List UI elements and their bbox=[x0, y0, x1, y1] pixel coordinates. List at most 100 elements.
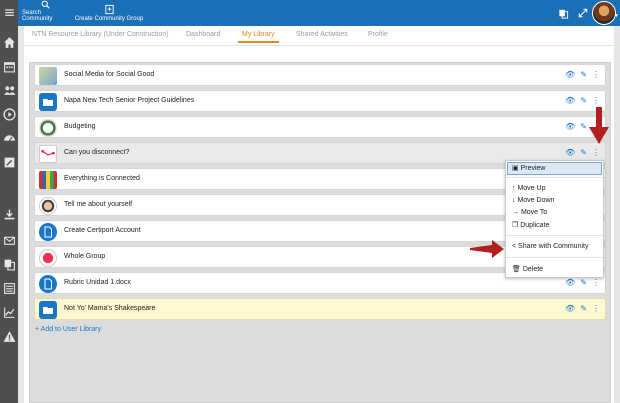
menu-item-move-up[interactable]: ↑ Move Up bbox=[512, 185, 545, 192]
item-thumbnail bbox=[39, 119, 57, 137]
folder-icon bbox=[39, 301, 57, 319]
play-icon[interactable] bbox=[0, 102, 18, 126]
arrow-up-icon: ↑ bbox=[512, 185, 516, 192]
document-icon bbox=[39, 223, 57, 241]
list-item[interactable]: Not Yo' Mama's Shakespeare 👁 ✎ ⋮ bbox=[34, 298, 606, 320]
search-community-button[interactable]: Search Community bbox=[22, 0, 68, 26]
edit-pencil-icon[interactable]: ✎ bbox=[580, 96, 587, 106]
search-icon bbox=[41, 0, 50, 9]
menu-item-move-up-label: Move Up bbox=[517, 185, 546, 192]
list-item[interactable]: ⌄ Social Media for Social Good 👁 ✎ ⋮ bbox=[34, 64, 606, 86]
dashboard-icon[interactable] bbox=[0, 126, 18, 150]
menu-divider bbox=[506, 177, 603, 178]
menu-divider bbox=[506, 235, 603, 236]
item-title[interactable]: Tell me about yourself bbox=[64, 201, 132, 208]
users-icon[interactable] bbox=[0, 78, 18, 102]
library-tabs: NTN Resource Library (Under Construction… bbox=[24, 26, 614, 46]
copy-icon[interactable] bbox=[0, 252, 18, 276]
arrow-right-icon: → bbox=[512, 209, 519, 216]
menu-item-move-down-label: Move Down bbox=[517, 197, 555, 204]
item-thumbnail bbox=[39, 249, 57, 267]
folder-icon bbox=[39, 93, 57, 111]
preview-eye-icon[interactable]: 👁 bbox=[565, 96, 575, 106]
menu-item-duplicate-label: Duplicate bbox=[520, 222, 550, 229]
avatar-caret-icon[interactable]: ▼ bbox=[614, 13, 619, 19]
item-title[interactable]: Social Media for Social Good bbox=[64, 71, 154, 78]
edit-pencil-icon[interactable]: ✎ bbox=[580, 70, 587, 80]
calendar-icon[interactable] bbox=[0, 54, 18, 78]
item-title[interactable]: Everything is Connected bbox=[64, 175, 140, 182]
menu-item-preview[interactable]: ▣ Preview bbox=[512, 164, 545, 172]
tab-profile[interactable]: Profile bbox=[368, 31, 388, 38]
item-title[interactable]: Rubric Unidad 1.docx bbox=[64, 279, 131, 286]
user-avatar[interactable] bbox=[592, 1, 616, 25]
preview-eye-icon[interactable]: 👁 bbox=[565, 148, 575, 158]
item-thumbnail bbox=[39, 171, 57, 189]
edit-pencil-icon[interactable]: ✎ bbox=[580, 278, 587, 288]
item-title[interactable]: Not Yo' Mama's Shakespeare bbox=[64, 305, 155, 312]
more-options-icon[interactable]: ⋮ bbox=[592, 148, 600, 158]
item-context-menu: ▣ Preview ↑ Move Up ↓ Move Down → Move T… bbox=[505, 160, 604, 278]
preview-eye-icon[interactable]: 👁 bbox=[565, 122, 575, 132]
tab-ntn-resource-library[interactable]: NTN Resource Library (Under Construction… bbox=[32, 31, 169, 38]
menu-item-share-label: Share with Community bbox=[518, 243, 589, 250]
plus-icon: + bbox=[35, 326, 40, 333]
search-community-label: Search Community bbox=[22, 10, 53, 22]
chart-icon[interactable] bbox=[0, 300, 18, 324]
image-icon: ▣ bbox=[512, 165, 519, 172]
preview-eye-icon[interactable]: 👁 bbox=[565, 304, 575, 314]
menu-item-duplicate[interactable]: ❐ Duplicate bbox=[512, 221, 549, 229]
annotation-arrow-right bbox=[470, 240, 504, 258]
menu-icon[interactable] bbox=[0, 0, 18, 24]
expand-icon[interactable] bbox=[576, 5, 590, 21]
menu-item-share-with-community[interactable]: < Share with Community bbox=[512, 243, 588, 250]
download-icon[interactable] bbox=[0, 202, 18, 226]
item-thumbnail bbox=[39, 145, 57, 163]
item-title[interactable]: Whole Group bbox=[64, 253, 105, 260]
list-icon[interactable] bbox=[0, 276, 18, 300]
trash-icon: 🗑 bbox=[512, 266, 521, 273]
home-icon[interactable] bbox=[0, 30, 18, 54]
add-to-user-library-link[interactable]: + Add to User Library bbox=[35, 326, 101, 333]
more-options-icon[interactable]: ⋮ bbox=[592, 278, 600, 288]
menu-item-move-down[interactable]: ↓ Move Down bbox=[512, 197, 554, 204]
item-title[interactable]: Can you disconnect? bbox=[64, 149, 129, 156]
more-options-icon[interactable]: ⋮ bbox=[592, 70, 600, 80]
create-community-group-label: Create Community Group bbox=[74, 16, 144, 22]
item-title[interactable]: Napa New Tech Senior Project Guidelines bbox=[64, 97, 194, 104]
create-community-group-button[interactable]: Create Community Group bbox=[73, 0, 145, 26]
item-title[interactable]: Create Certiport Account bbox=[64, 227, 141, 234]
edit-pencil-icon[interactable]: ✎ bbox=[580, 122, 587, 132]
more-options-icon[interactable]: ⋮ bbox=[592, 304, 600, 314]
item-thumbnail: ⌄ bbox=[39, 67, 57, 85]
share-icon: < bbox=[512, 243, 517, 250]
menu-item-move-to[interactable]: → Move To bbox=[512, 209, 547, 216]
add-to-user-library-label: Add to User Library bbox=[40, 326, 101, 333]
create-group-icon bbox=[104, 4, 114, 15]
arrow-down-icon: ↓ bbox=[512, 197, 516, 204]
menu-item-move-to-label: Move To bbox=[520, 209, 548, 216]
preview-eye-icon[interactable]: 👁 bbox=[565, 278, 575, 288]
tab-my-library[interactable]: My Library bbox=[238, 31, 279, 43]
edit-pencil-icon[interactable]: ✎ bbox=[580, 148, 587, 158]
menu-item-preview-label: Preview bbox=[520, 165, 546, 172]
list-item[interactable]: Napa New Tech Senior Project Guidelines … bbox=[34, 90, 606, 112]
list-item[interactable]: Budgeting 👁 ✎ ⋮ bbox=[34, 116, 606, 138]
tab-dashboard[interactable]: Dashboard bbox=[186, 31, 220, 38]
left-rail bbox=[0, 0, 18, 403]
warning-icon[interactable] bbox=[0, 324, 18, 348]
top-bar: Search Community Create Community Group … bbox=[18, 0, 620, 26]
edit-icon[interactable] bbox=[0, 150, 18, 174]
item-title[interactable]: Budgeting bbox=[64, 123, 96, 130]
document-icon bbox=[39, 275, 57, 293]
more-options-icon[interactable]: ⋮ bbox=[592, 96, 600, 106]
mail-icon[interactable] bbox=[0, 228, 18, 252]
menu-item-delete[interactable]: 🗑 Delete bbox=[512, 265, 543, 273]
edit-pencil-icon[interactable]: ✎ bbox=[580, 304, 587, 314]
annotation-arrow-down bbox=[589, 107, 609, 144]
menu-item-delete-label: Delete bbox=[522, 266, 544, 273]
menu-divider bbox=[506, 257, 603, 258]
tab-shared-activities[interactable]: Shared Activities bbox=[296, 31, 348, 38]
preview-eye-icon[interactable]: 👁 bbox=[565, 70, 575, 80]
copy-window-icon[interactable] bbox=[556, 5, 570, 21]
